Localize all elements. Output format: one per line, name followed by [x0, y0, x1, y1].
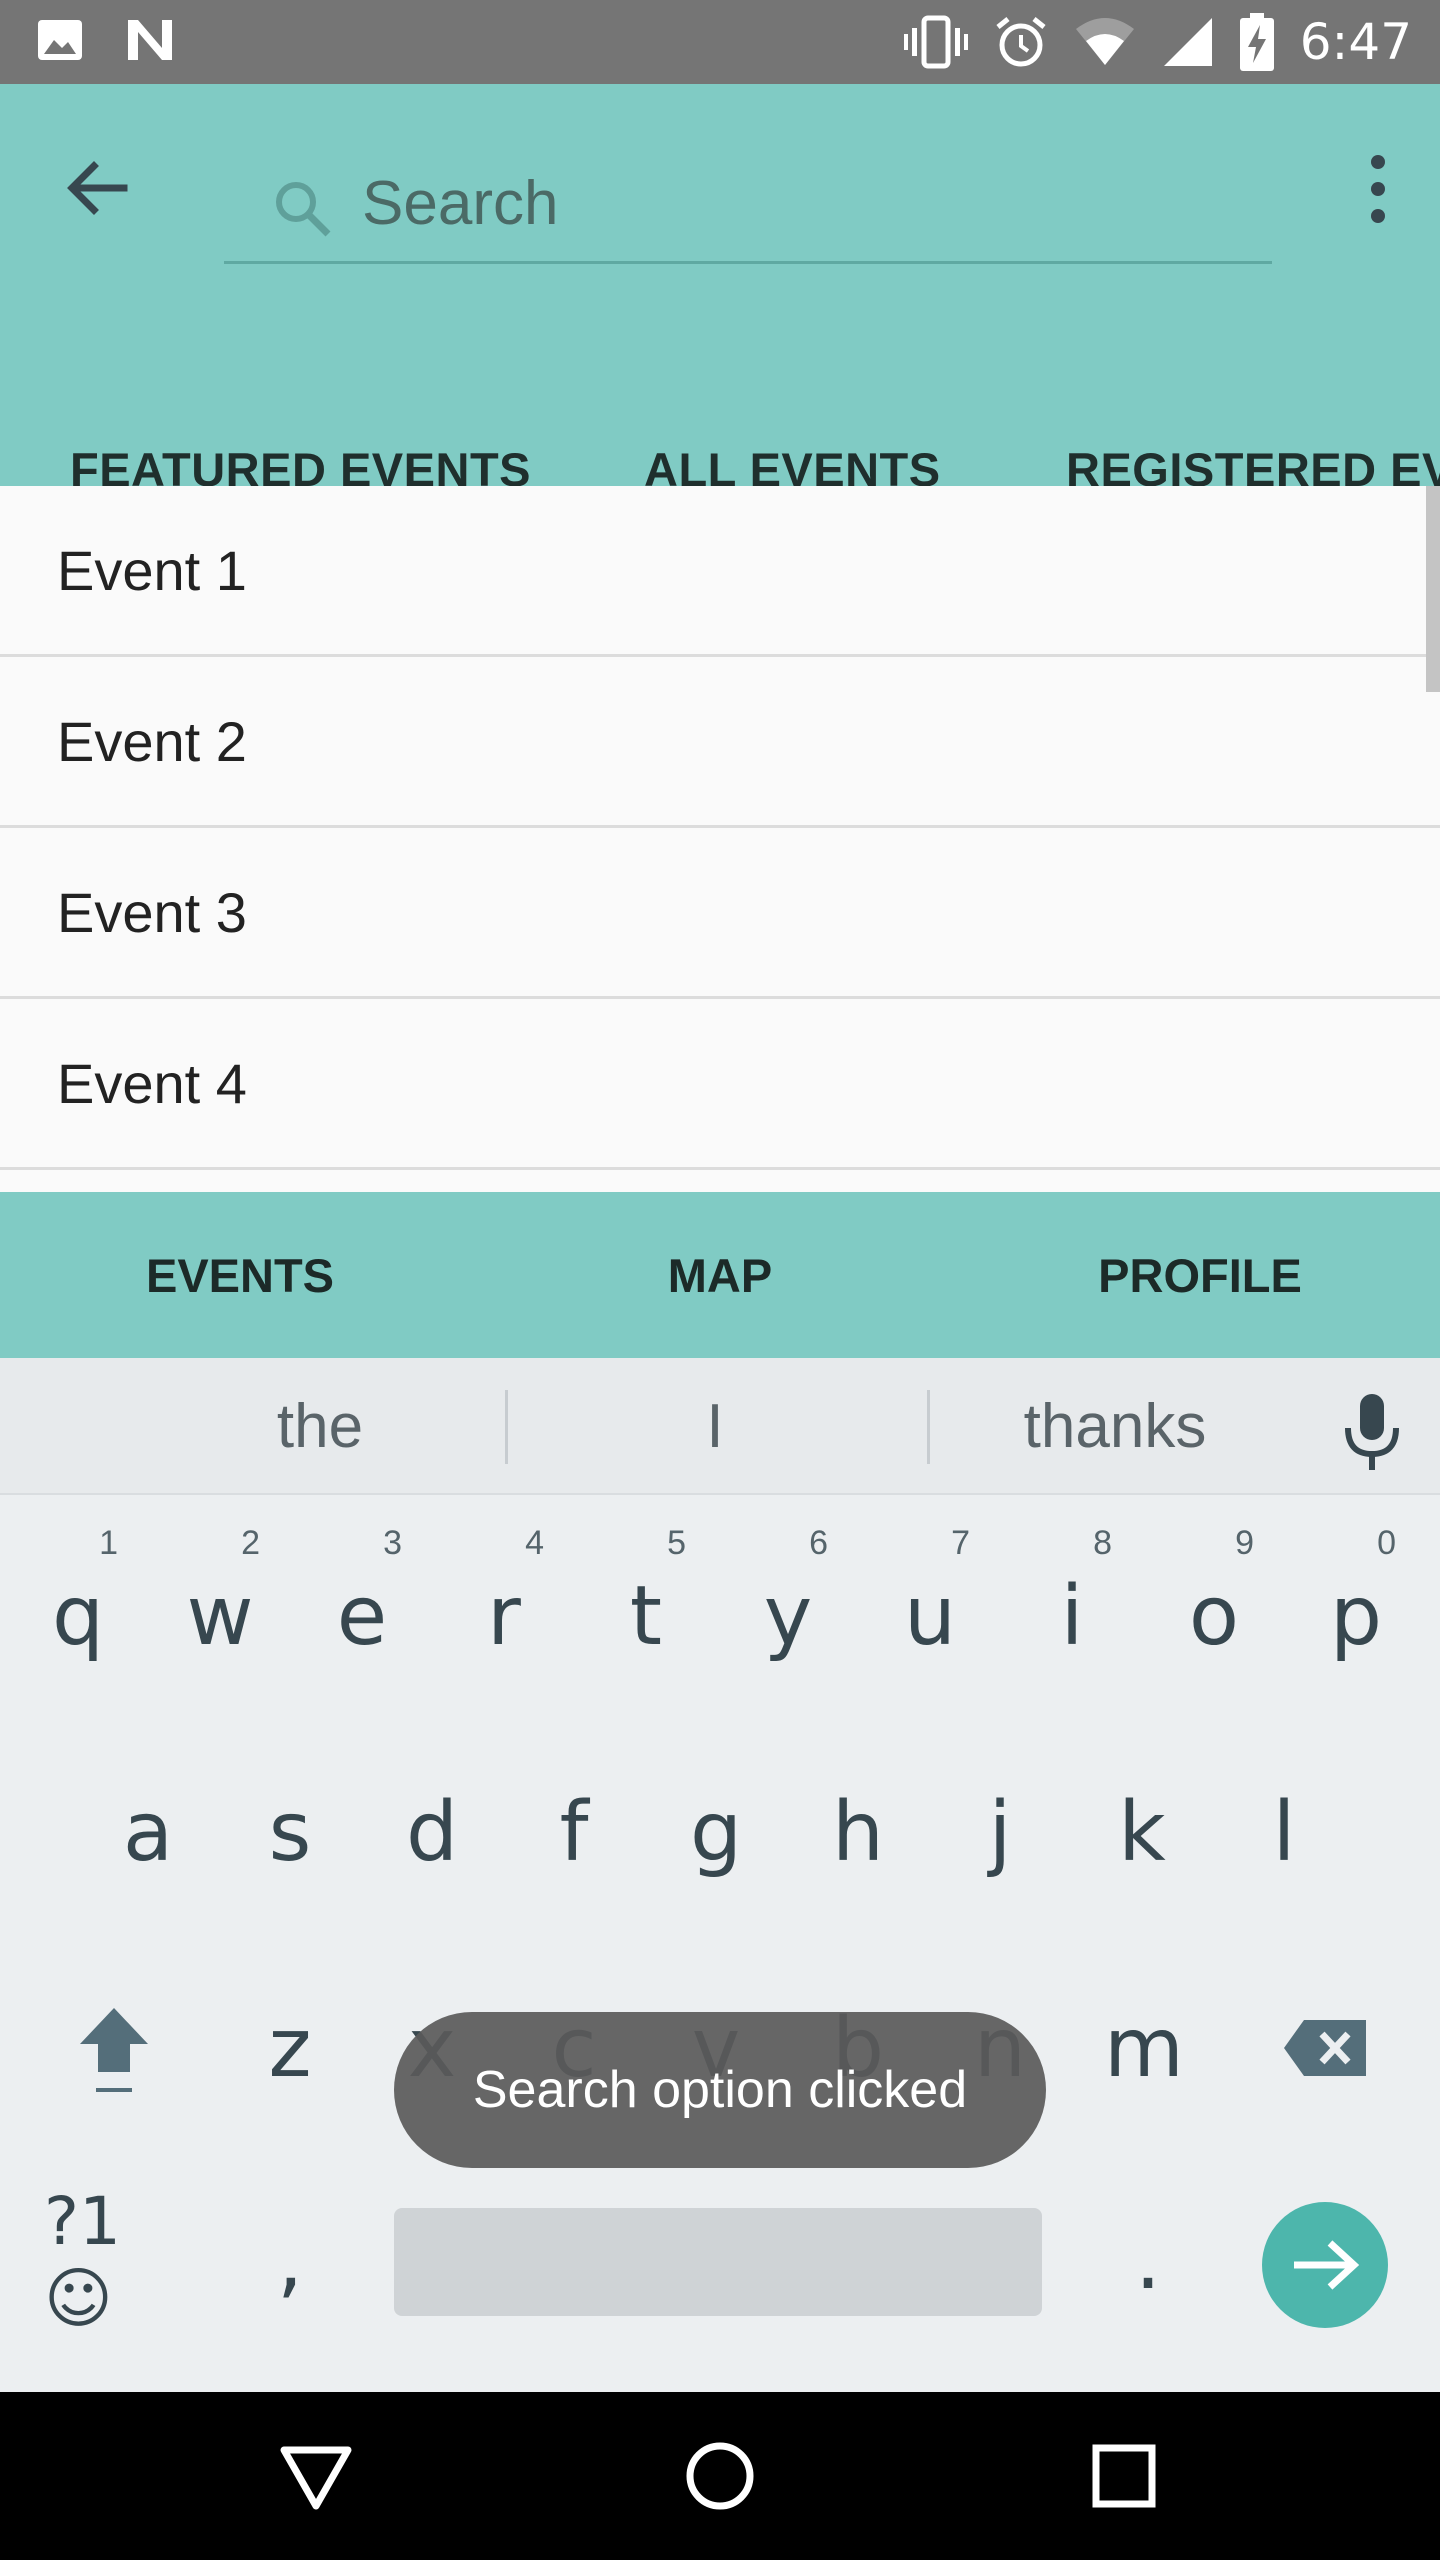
key-hint: 4 — [525, 1524, 544, 1562]
key-y[interactable]: y6 — [718, 1516, 858, 1716]
key-k[interactable]: k — [1072, 1732, 1212, 1932]
list-item[interactable]: Event 2 — [0, 657, 1440, 828]
key-hint: 9 — [1235, 1524, 1254, 1562]
key-hint: 5 — [667, 1524, 686, 1562]
key-label: r — [487, 1568, 521, 1664]
home-circle-icon[interactable] — [680, 2436, 760, 2516]
key-l[interactable]: l — [1214, 1732, 1354, 1932]
overflow-menu-icon[interactable] — [1350, 144, 1406, 234]
key-w[interactable]: w2 — [150, 1516, 290, 1716]
key-label: e — [336, 1568, 388, 1664]
suggestion-divider — [505, 1390, 508, 1464]
search-box[interactable] — [224, 144, 1272, 264]
recents-square-icon[interactable] — [1084, 2436, 1164, 2516]
system-nav-bar — [0, 2392, 1440, 2560]
key-label: o — [1188, 1568, 1240, 1664]
key-d[interactable]: d — [362, 1732, 502, 1932]
key-q[interactable]: q1 — [8, 1516, 148, 1716]
shift-key[interactable] — [44, 1948, 184, 2148]
alarm-icon — [996, 17, 1046, 67]
key-hint: 1 — [99, 1524, 118, 1562]
nav-map[interactable]: MAP — [480, 1192, 960, 1358]
signal-icon — [1163, 18, 1212, 66]
period-key[interactable]: . — [1078, 2160, 1218, 2360]
key-a[interactable]: a — [78, 1732, 218, 1932]
key-label: i — [1060, 1568, 1084, 1664]
key-hint: 7 — [951, 1524, 970, 1562]
key-label: t — [629, 1568, 663, 1664]
status-bar: 6:47 — [0, 0, 1440, 84]
back-arrow-icon[interactable] — [58, 148, 138, 228]
search-icon — [276, 182, 331, 237]
key-o[interactable]: o9 — [1144, 1516, 1284, 1716]
toast-message: Search option clicked — [394, 2012, 1046, 2168]
key-label: u — [904, 1568, 956, 1664]
shift-icon — [80, 2008, 148, 2092]
list-item[interactable]: Event 1 — [0, 486, 1440, 657]
key-u[interactable]: u7 — [860, 1516, 1000, 1716]
backspace-key[interactable] — [1256, 1948, 1396, 2148]
app-bar: FEATURED EVENTS ALL EVENTS REGISTERED EV… — [0, 84, 1440, 496]
n-notification-icon — [128, 20, 172, 60]
key-label: w — [186, 1568, 254, 1664]
event-list: Event 1 Event 2 Event 3 Event 4 — [0, 486, 1440, 1192]
bottom-navigation: EVENTS MAP PROFILE — [0, 1192, 1440, 1358]
tab-bar: FEATURED EVENTS ALL EVENTS REGISTERED EV… — [0, 384, 1440, 496]
key-m[interactable]: m — [1074, 1948, 1214, 2148]
key-hint: 8 — [1093, 1524, 1112, 1562]
image-icon — [38, 20, 82, 60]
symbols-key[interactable]: ?1☺ — [44, 2160, 184, 2360]
backspace-icon — [1284, 2020, 1366, 2076]
spacebar[interactable] — [394, 2208, 1042, 2316]
battery-charging-icon — [1239, 13, 1274, 71]
suggestion-2[interactable]: I — [515, 1358, 915, 1495]
list-item[interactable]: Event 4 — [0, 999, 1440, 1170]
key-r[interactable]: r4 — [434, 1516, 574, 1716]
key-f[interactable]: f — [504, 1732, 644, 1932]
nav-profile[interactable]: PROFILE — [960, 1192, 1440, 1358]
key-h[interactable]: h — [788, 1732, 928, 1932]
enter-button[interactable] — [1262, 2202, 1388, 2328]
key-z[interactable]: z — [220, 1948, 360, 2148]
back-triangle-icon[interactable] — [276, 2436, 356, 2516]
list-item[interactable]: Event 3 — [0, 828, 1440, 999]
key-j[interactable]: j — [930, 1732, 1070, 1932]
comma-key[interactable]: , — [220, 2160, 360, 2360]
key-p[interactable]: p0 — [1286, 1516, 1426, 1716]
key-i[interactable]: i8 — [1002, 1516, 1142, 1716]
wifi-icon — [1075, 18, 1134, 65]
suggestion-3[interactable]: thanks — [915, 1358, 1315, 1495]
status-time: 6:47 — [1299, 13, 1412, 71]
key-hint: 6 — [809, 1524, 828, 1562]
key-label: q — [51, 1568, 105, 1664]
key-label: y — [763, 1568, 813, 1664]
key-label: p — [1329, 1568, 1383, 1664]
key-hint: 2 — [241, 1524, 260, 1562]
arrow-right-icon — [1294, 2240, 1360, 2290]
vibrate-icon — [903, 15, 968, 69]
microphone-icon[interactable] — [1340, 1392, 1404, 1472]
suggestion-1[interactable]: the — [120, 1358, 520, 1495]
key-hint: 0 — [1377, 1524, 1396, 1562]
search-input[interactable] — [362, 158, 1222, 248]
key-g[interactable]: g — [646, 1732, 786, 1932]
suggestion-strip: the I thanks — [0, 1358, 1440, 1495]
key-hint: 3 — [383, 1524, 402, 1562]
key-s[interactable]: s — [220, 1732, 360, 1932]
key-t[interactable]: t5 — [576, 1516, 716, 1716]
nav-events[interactable]: EVENTS — [0, 1192, 480, 1358]
key-e[interactable]: e3 — [292, 1516, 432, 1716]
scrollbar[interactable] — [1426, 486, 1440, 692]
